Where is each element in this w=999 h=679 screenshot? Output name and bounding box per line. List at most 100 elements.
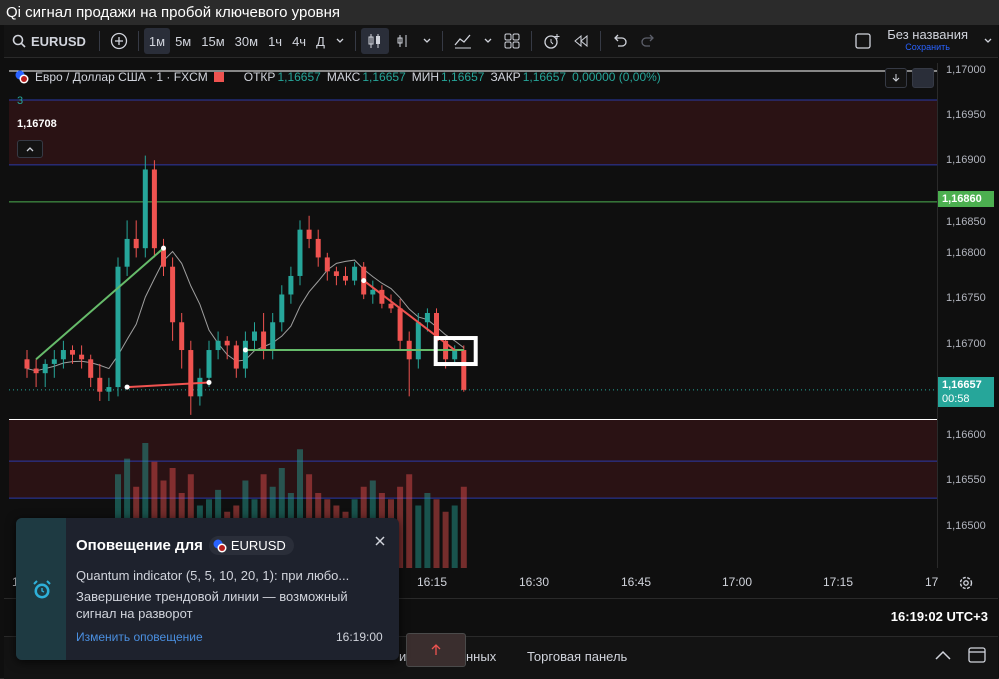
- replay-button[interactable]: [567, 28, 595, 54]
- candle-body: [261, 331, 267, 351]
- legend-close-label: ЗАКР: [490, 70, 521, 84]
- alert-notification[interactable]: Оповещение для EURUSD Quantum indicator …: [16, 518, 399, 660]
- candle-body: [88, 359, 94, 378]
- indicators-dropdown-button[interactable]: [478, 28, 498, 54]
- candle-body: [324, 257, 330, 272]
- legend-indicator-value: 3: [17, 95, 24, 107]
- volume-bar: [442, 511, 449, 568]
- alert-symbol-chip[interactable]: EURUSD: [208, 536, 294, 555]
- arrow-down-icon: [892, 74, 900, 82]
- interval-day[interactable]: Д: [311, 28, 330, 54]
- fullscreen-toggle[interactable]: [849, 28, 877, 54]
- legend-change: 0,00000 (0,00%): [572, 70, 661, 84]
- candle-body: [133, 238, 139, 249]
- currency-flag-icon: [15, 70, 29, 84]
- interval-1h[interactable]: 1ч: [263, 28, 287, 54]
- symbol-label: EURUSD: [31, 33, 86, 49]
- price-tick: 1,16500: [946, 520, 986, 532]
- candle-body: [124, 238, 130, 267]
- interval-4h[interactable]: 4ч: [287, 28, 311, 54]
- pivot-marker: [242, 347, 248, 353]
- chart-pane[interactable]: [9, 63, 937, 568]
- pivot-marker: [206, 379, 212, 385]
- toolbar-divider: [441, 31, 443, 51]
- undo-button[interactable]: [606, 28, 634, 54]
- candle-body: [242, 340, 248, 369]
- interval-15m[interactable]: 15м: [196, 28, 229, 54]
- layout-dropdown-button[interactable]: [978, 28, 998, 54]
- legend-collapse-button[interactable]: [17, 140, 43, 158]
- alert-button[interactable]: [537, 28, 567, 54]
- chart-settings-button[interactable]: [957, 574, 975, 592]
- candle-body: [270, 322, 276, 351]
- alert-time: 16:19:00: [336, 630, 383, 644]
- candle-body: [215, 340, 221, 351]
- save-label: Сохранить: [905, 42, 950, 52]
- interval-dropdown-button[interactable]: [330, 28, 350, 54]
- chart-style-dropdown-button[interactable]: [417, 28, 437, 54]
- gear-icon: [959, 576, 973, 590]
- symbol-search-button[interactable]: EURUSD: [4, 28, 94, 54]
- trading-panel-tab[interactable]: Торговая панель: [527, 649, 627, 664]
- chart-legend: Евро / Доллар США · 1 · FXCM ОТКР 1,16657…: [15, 70, 661, 84]
- volume-bar: [415, 505, 422, 568]
- alert-symbol: EURUSD: [230, 538, 286, 553]
- edit-alert-link[interactable]: Изменить оповещение: [76, 630, 203, 644]
- candle-body: [252, 331, 257, 341]
- chevron-up-icon: [26, 147, 34, 152]
- alert-header: Оповещение для EURUSD: [76, 536, 294, 555]
- scroll-down-button[interactable]: [885, 68, 907, 88]
- panel-maximize-button[interactable]: [968, 647, 986, 666]
- time-label: 16:30: [519, 575, 550, 589]
- panel-collapse-button[interactable]: [934, 649, 952, 664]
- candle-body: [224, 340, 230, 346]
- alarm-add-icon: [544, 34, 560, 49]
- legend-open: 1,16657: [277, 70, 321, 84]
- bar-style-button[interactable]: [389, 28, 417, 54]
- candle-body: [306, 229, 312, 239]
- top-toolbar: EURUSD 1м 5м 15м 30м 1ч 4ч Д Без названи…: [4, 25, 998, 58]
- legend-pair: Евро / Доллар США · 1 · FXCM: [35, 70, 208, 84]
- close-icon: [375, 536, 385, 546]
- candle-body: [424, 313, 430, 323]
- candles-icon: [368, 34, 380, 48]
- layouts-button[interactable]: [498, 28, 526, 54]
- chevron-down-icon: [336, 38, 344, 43]
- legend-low: 1,16657: [441, 70, 485, 84]
- legend-indicator-price: 1,16708: [17, 118, 57, 130]
- redo-button[interactable]: [634, 28, 662, 54]
- volume-bar: [460, 486, 467, 568]
- redo-icon: [641, 34, 654, 47]
- candle-body: [70, 350, 75, 355]
- price-chart[interactable]: [9, 63, 937, 568]
- price-axis[interactable]: 1,17000 1,16950 1,16900 1,16850 1,16800 …: [937, 63, 995, 568]
- level-price-tag: 1,16860: [938, 191, 994, 207]
- candle-body: [79, 354, 85, 360]
- layout-name-button[interactable]: Без названия Сохранить: [877, 28, 978, 54]
- candle-body: [170, 266, 176, 323]
- interval-5m[interactable]: 5м: [170, 28, 196, 54]
- compare-symbol-button[interactable]: [105, 28, 133, 54]
- alert-close-button[interactable]: [374, 534, 386, 552]
- candle-body: [151, 169, 157, 249]
- price-tick: 1,16750: [946, 292, 986, 304]
- legend-high-label: МАКС: [326, 70, 361, 84]
- bottom-tab-data[interactable]: нных: [466, 649, 496, 664]
- settings-square-button[interactable]: [912, 68, 934, 88]
- scroll-top-button[interactable]: [406, 633, 466, 667]
- candle-body: [315, 238, 321, 258]
- indicators-button[interactable]: [448, 28, 478, 54]
- plus-circle-icon: [110, 32, 128, 50]
- bar-countdown: 00:58: [942, 393, 970, 405]
- interval-1m[interactable]: 1м: [143, 28, 171, 54]
- clock[interactable]: 16:19:02 UTC+3: [891, 609, 988, 624]
- time-label: 17:15: [823, 575, 854, 589]
- volume-bar: [451, 505, 458, 568]
- candle-body: [188, 350, 194, 397]
- legend-high: 1,16657: [362, 70, 406, 84]
- chart-type-candles-button[interactable]: [360, 28, 389, 54]
- candle-body: [42, 363, 48, 374]
- uptrend-line: [35, 247, 165, 361]
- interval-30m[interactable]: 30м: [230, 28, 263, 54]
- legend-low-label: МИН: [411, 70, 440, 84]
